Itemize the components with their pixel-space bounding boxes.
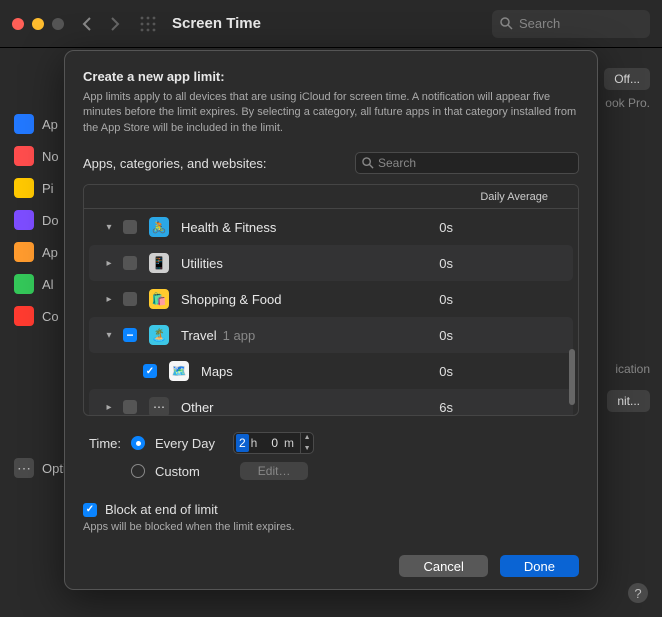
- category-row[interactable]: ▾−🏝️ Travel 1 app 0s: [89, 317, 573, 353]
- app-limit-modal: Create a new app limit: App limits apply…: [64, 50, 598, 590]
- sidebar-item-icon: [14, 114, 34, 134]
- daily-average-value: 6s: [439, 400, 453, 415]
- time-stepper[interactable]: 2 h 0 m ▲ ▼: [233, 432, 314, 454]
- stepper-down-icon[interactable]: ▼: [301, 443, 313, 454]
- close-window-button[interactable]: [12, 18, 24, 30]
- category-icon: 🛍️: [149, 289, 169, 309]
- category-label: Travel: [181, 328, 217, 343]
- category-label: Shopping & Food: [181, 292, 281, 307]
- category-row[interactable]: ▸ 📱 Utilities 0s: [89, 245, 573, 281]
- options-icon: ⋯: [14, 458, 34, 478]
- edit-button: Edit…: [240, 462, 309, 480]
- hours-value[interactable]: 2: [236, 434, 249, 452]
- category-label: Health & Fitness: [181, 220, 276, 235]
- daily-average-value: 0s: [439, 256, 453, 271]
- forward-icon[interactable]: [110, 16, 120, 32]
- category-icon: 🗺️: [169, 361, 189, 381]
- checkbox[interactable]: [123, 400, 137, 414]
- block-row: ✓ Block at end of limit: [83, 502, 579, 517]
- disclosure-icon[interactable]: ▸: [103, 294, 115, 305]
- category-icon: 📱: [149, 253, 169, 273]
- category-row[interactable]: ▾ 🚴 Health & Fitness 0s: [89, 209, 573, 245]
- category-sublabel: 1 app: [223, 328, 256, 343]
- disclosure-icon[interactable]: ▸: [103, 258, 115, 269]
- window-controls: [12, 18, 64, 30]
- time-section: Time: Every Day 2 h 0 m ▲ ▼: [83, 432, 579, 454]
- daily-average-value: 0s: [439, 292, 453, 307]
- search-icon: [500, 17, 513, 30]
- every-day-label: Every Day: [155, 436, 215, 451]
- maximize-window-button[interactable]: [52, 18, 64, 30]
- category-row[interactable]: ▸ 🛍️ Shopping & Food 0s: [89, 281, 573, 317]
- category-label: Utilities: [181, 256, 223, 271]
- category-row[interactable]: ▸ ⋯ Other 6s: [89, 389, 573, 415]
- block-checkbox[interactable]: ✓: [83, 503, 97, 517]
- time-label: Time:: [83, 436, 121, 451]
- sidebar-item-icon: [14, 242, 34, 262]
- category-list: Daily Average ▾ 🚴 Health & Fitness 0s ▸ 📱 Util…: [83, 184, 579, 416]
- custom-radio[interactable]: [131, 464, 145, 478]
- category-label: Other: [181, 400, 214, 415]
- sidebar-item-icon: [14, 146, 34, 166]
- scrollbar-thumb[interactable]: [569, 349, 575, 405]
- help-button[interactable]: ?: [628, 583, 648, 603]
- search-label: Apps, categories, and websites:: [83, 156, 355, 171]
- daily-average-value: 0s: [439, 328, 453, 343]
- minutes-value[interactable]: 0: [263, 436, 284, 450]
- titlebar: Screen Time Search: [0, 0, 662, 48]
- cancel-button[interactable]: Cancel: [399, 555, 487, 577]
- background-limit-button[interactable]: nit...: [607, 390, 650, 412]
- disclosure-icon[interactable]: ▾: [103, 330, 115, 341]
- custom-label: Custom: [155, 464, 200, 479]
- modal-description: App limits apply to all devices that are…: [83, 90, 579, 136]
- category-label: Maps: [201, 364, 233, 379]
- modal-footer: Cancel Done: [83, 555, 579, 577]
- page-title: Screen Time: [172, 15, 492, 32]
- block-label: Block at end of limit: [105, 502, 218, 517]
- sidebar-item-icon: [14, 274, 34, 294]
- system-settings-window: Screen Time Search ApNoPiDoApAlCo ⋯ Opti…: [0, 0, 662, 617]
- checkbox[interactable]: [123, 292, 137, 306]
- sidebar-item-icon: [14, 210, 34, 230]
- global-search-input[interactable]: Search: [492, 10, 650, 38]
- block-description: Apps will be blocked when the limit expi…: [83, 521, 579, 533]
- nav-arrows: [82, 16, 120, 32]
- category-icon: 🏝️: [149, 325, 169, 345]
- modal-heading: Create a new app limit:: [83, 69, 579, 84]
- search-icon: [362, 157, 374, 169]
- list-body[interactable]: ▾ 🚴 Health & Fitness 0s ▸ 📱 Utilities 0s ▸ 🛍️ Shop…: [84, 209, 578, 415]
- app-row[interactable]: ✓ 🗺️ Maps 0s: [89, 353, 573, 389]
- category-icon: ⋯: [149, 397, 169, 415]
- disclosure-icon[interactable]: ▾: [103, 222, 115, 233]
- checkbox[interactable]: ✓: [143, 364, 157, 378]
- daily-average-value: 0s: [439, 364, 453, 379]
- minimize-window-button[interactable]: [32, 18, 44, 30]
- every-day-radio[interactable]: [131, 436, 145, 450]
- grid-icon[interactable]: [140, 16, 156, 32]
- category-icon: 🚴: [149, 217, 169, 237]
- background-off-button[interactable]: Off...: [604, 68, 650, 90]
- checkbox[interactable]: [123, 220, 137, 234]
- disclosure-icon[interactable]: ▸: [103, 402, 115, 413]
- sidebar-item-icon: [14, 178, 34, 198]
- checkbox[interactable]: [123, 256, 137, 270]
- back-icon[interactable]: [82, 16, 92, 32]
- done-button[interactable]: Done: [500, 555, 579, 577]
- checkbox[interactable]: −: [123, 328, 137, 342]
- stepper-up-icon[interactable]: ▲: [301, 432, 313, 443]
- column-header: Daily Average: [84, 185, 578, 209]
- custom-row: Custom Edit…: [131, 462, 579, 480]
- stepper-buttons[interactable]: ▲ ▼: [300, 432, 313, 454]
- category-search-input[interactable]: Search: [355, 152, 579, 174]
- daily-average-value: 0s: [439, 220, 453, 235]
- sidebar-item-icon: [14, 306, 34, 326]
